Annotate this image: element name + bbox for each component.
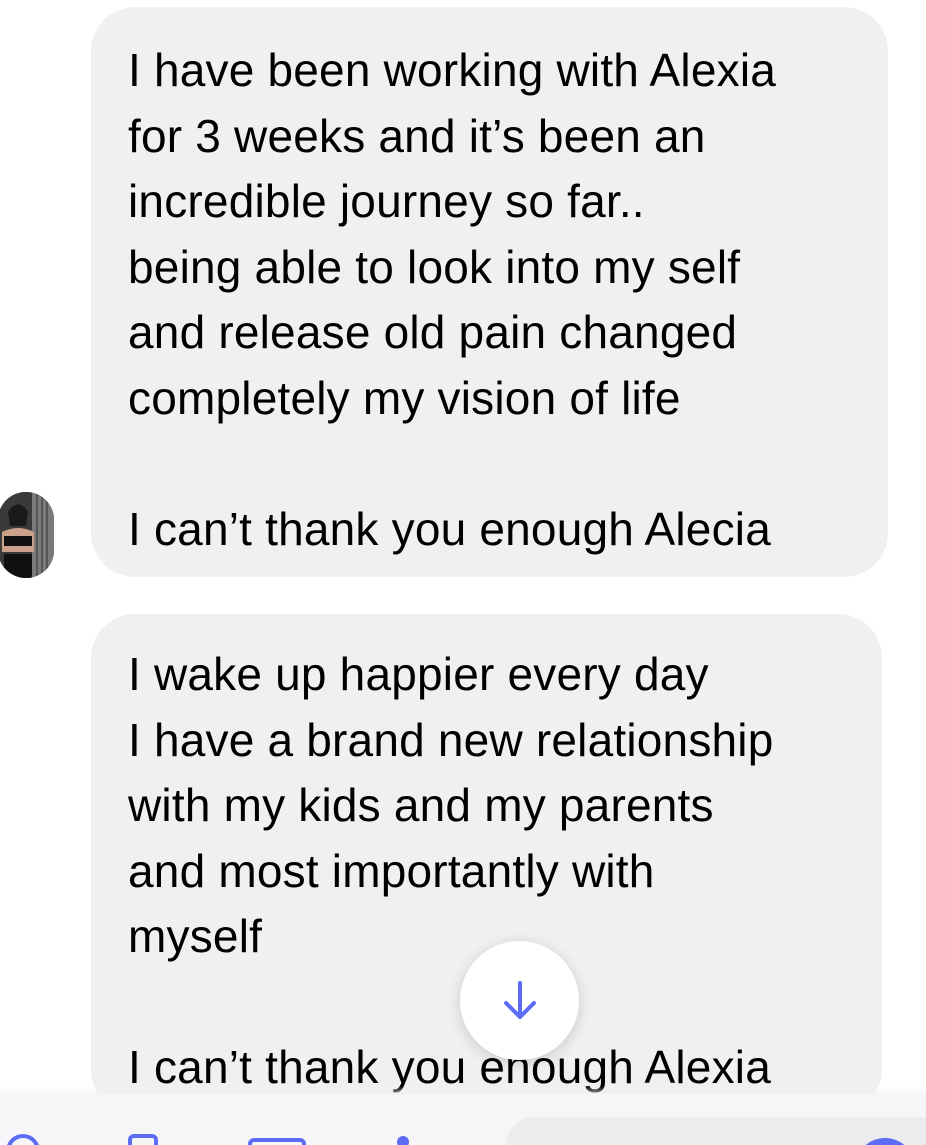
scroll-to-bottom-button[interactable] <box>460 941 579 1060</box>
message-text-line: I have been working with Alexia <box>128 44 777 96</box>
sender-avatar[interactable] <box>0 492 54 578</box>
message-text-line: I can’t thank you enough Alecia <box>128 502 771 555</box>
image-icon[interactable] <box>128 1134 158 1145</box>
message-text-line: being able to look into my self <box>128 240 741 293</box>
message-text-line: completely my vision of life <box>128 371 681 424</box>
chat-screen: I have been working with Alexia for 3 we… <box>0 0 926 1145</box>
message-text-line: and most importantly with <box>128 844 655 897</box>
message-text-line: I wake up happier every day <box>128 648 709 700</box>
message-text-line: with my kids and my parents <box>128 779 714 831</box>
message-bubble[interactable]: I have been working with Alexia for 3 we… <box>91 7 888 577</box>
more-icon[interactable] <box>397 1136 409 1145</box>
message-input[interactable] <box>506 1117 926 1145</box>
message-text-line: and release old pain changed <box>128 306 738 358</box>
message-text-line: for 3 weeks and it’s been an <box>128 109 706 162</box>
microphone-icon[interactable] <box>248 1138 306 1145</box>
message-text-line: I have a brand new relationship <box>128 713 774 766</box>
arrow-down-icon <box>503 980 536 1019</box>
message-text-line: incredible journey so far.. <box>128 175 645 227</box>
